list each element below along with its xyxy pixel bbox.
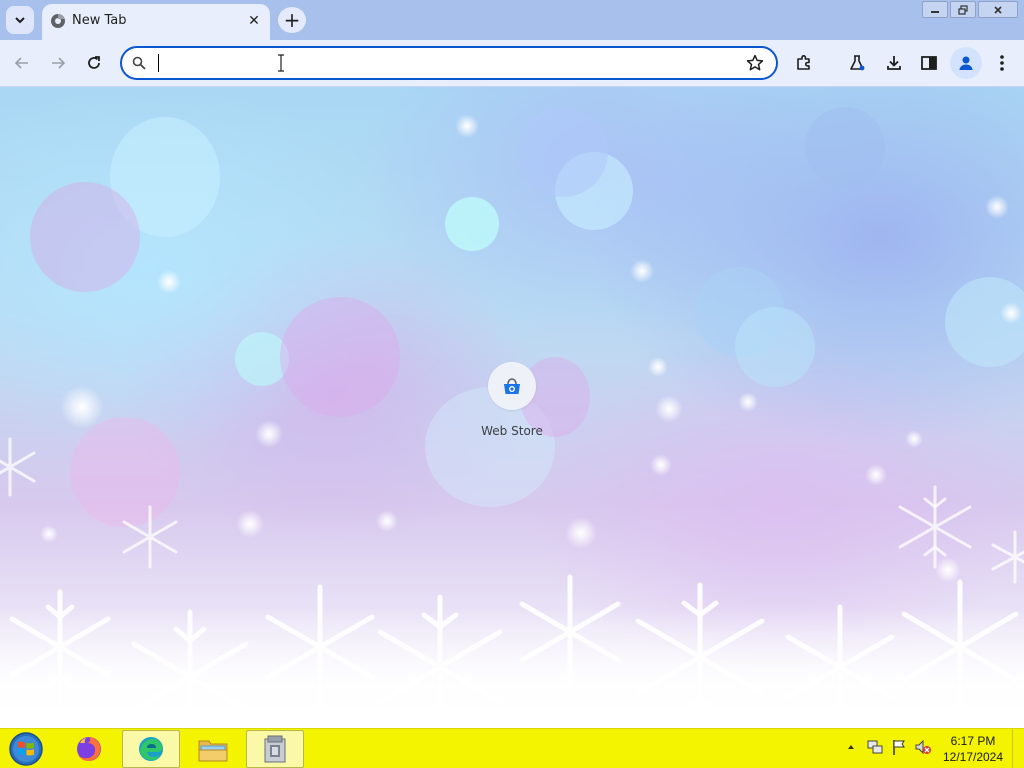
flag-icon — [893, 740, 905, 755]
menu-kebab-icon — [1000, 55, 1004, 71]
taskbar: 6:17 PM 12/17/2024 — [0, 728, 1024, 768]
firefox-icon — [77, 737, 101, 761]
text-cursor-icon — [278, 54, 284, 72]
forward-button[interactable] — [44, 49, 72, 77]
tray-action-center[interactable] — [890, 737, 908, 757]
text-caret — [158, 54, 159, 72]
minimize-button[interactable] — [922, 1, 948, 18]
bookmark-star-icon[interactable] — [746, 54, 764, 72]
taskbar-file-explorer[interactable] — [184, 730, 242, 768]
forward-arrow-icon — [52, 57, 66, 69]
system-tray — [842, 737, 932, 757]
taskbar-firefox[interactable] — [60, 730, 118, 768]
start-button[interactable] — [6, 730, 46, 768]
profile-button[interactable] — [950, 47, 982, 79]
profile-avatar-icon — [959, 56, 973, 70]
close-icon — [994, 5, 1002, 14]
side-panel-icon — [921, 56, 937, 70]
tab-search-button[interactable] — [6, 6, 34, 34]
taskbar-clock[interactable]: 6:17 PM 12/17/2024 — [934, 733, 1012, 765]
file-explorer-icon — [198, 740, 228, 762]
extensions-button[interactable] — [790, 49, 818, 77]
restore-button[interactable] — [950, 1, 976, 18]
chrome-labs-button[interactable] — [843, 49, 871, 77]
shortcut-label: Web Store — [481, 424, 543, 438]
snow-floor-decoration — [0, 608, 1024, 728]
taskbar-edge[interactable] — [122, 730, 180, 768]
taskbar-app[interactable] — [246, 730, 304, 768]
shortcut-icon-container — [488, 362, 536, 410]
reload-icon — [88, 56, 100, 69]
address-input[interactable] — [156, 53, 716, 73]
window-controls — [922, 1, 1018, 18]
clock-date: 12/17/2024 — [942, 750, 1004, 764]
show-desktop-button[interactable] — [1012, 729, 1024, 768]
side-panel-button[interactable] — [915, 49, 943, 77]
back-button[interactable] — [8, 49, 36, 77]
clock-time: 6:17 PM — [950, 734, 996, 748]
tray-volume[interactable] — [914, 737, 932, 757]
minimize-icon — [931, 10, 939, 13]
download-icon — [887, 56, 901, 70]
search-icon — [132, 56, 146, 70]
close-window-button[interactable] — [978, 1, 1018, 18]
new-tab-button[interactable]: + — [278, 7, 306, 33]
menu-button[interactable] — [988, 49, 1016, 77]
labs-flask-icon — [850, 55, 865, 71]
address-bar[interactable] — [120, 46, 778, 80]
plus-icon: + — [283, 8, 301, 32]
tab-title: New Tab — [72, 13, 127, 28]
tab-close-icon[interactable]: ✕ — [244, 11, 264, 31]
back-arrow-icon — [14, 57, 28, 69]
chevron-up-icon — [848, 745, 854, 749]
browser-toolbar — [0, 40, 1024, 87]
volume-muted-icon — [915, 739, 931, 755]
shortcut-web-store[interactable]: Web Store — [462, 362, 562, 452]
chrome-web-store-icon — [504, 378, 520, 394]
restore-icon — [958, 4, 968, 15]
network-icon — [867, 740, 883, 754]
edge-icon — [139, 737, 163, 761]
downloads-button[interactable] — [880, 49, 908, 77]
tray-network[interactable] — [866, 737, 884, 757]
tab-strip: New Tab ✕ + — [0, 0, 1024, 40]
tab-new-tab[interactable]: New Tab ✕ — [42, 4, 270, 40]
windows-start-icon — [9, 732, 43, 766]
chrome-newtab-icon — [51, 14, 65, 28]
reload-button[interactable] — [80, 49, 108, 77]
extensions-puzzle-icon — [797, 55, 810, 70]
new-tab-page: Web Store — [0, 87, 1024, 728]
show-hidden-icons-button[interactable] — [842, 737, 860, 757]
app-icon — [264, 735, 286, 763]
chevron-down-icon — [15, 17, 25, 24]
